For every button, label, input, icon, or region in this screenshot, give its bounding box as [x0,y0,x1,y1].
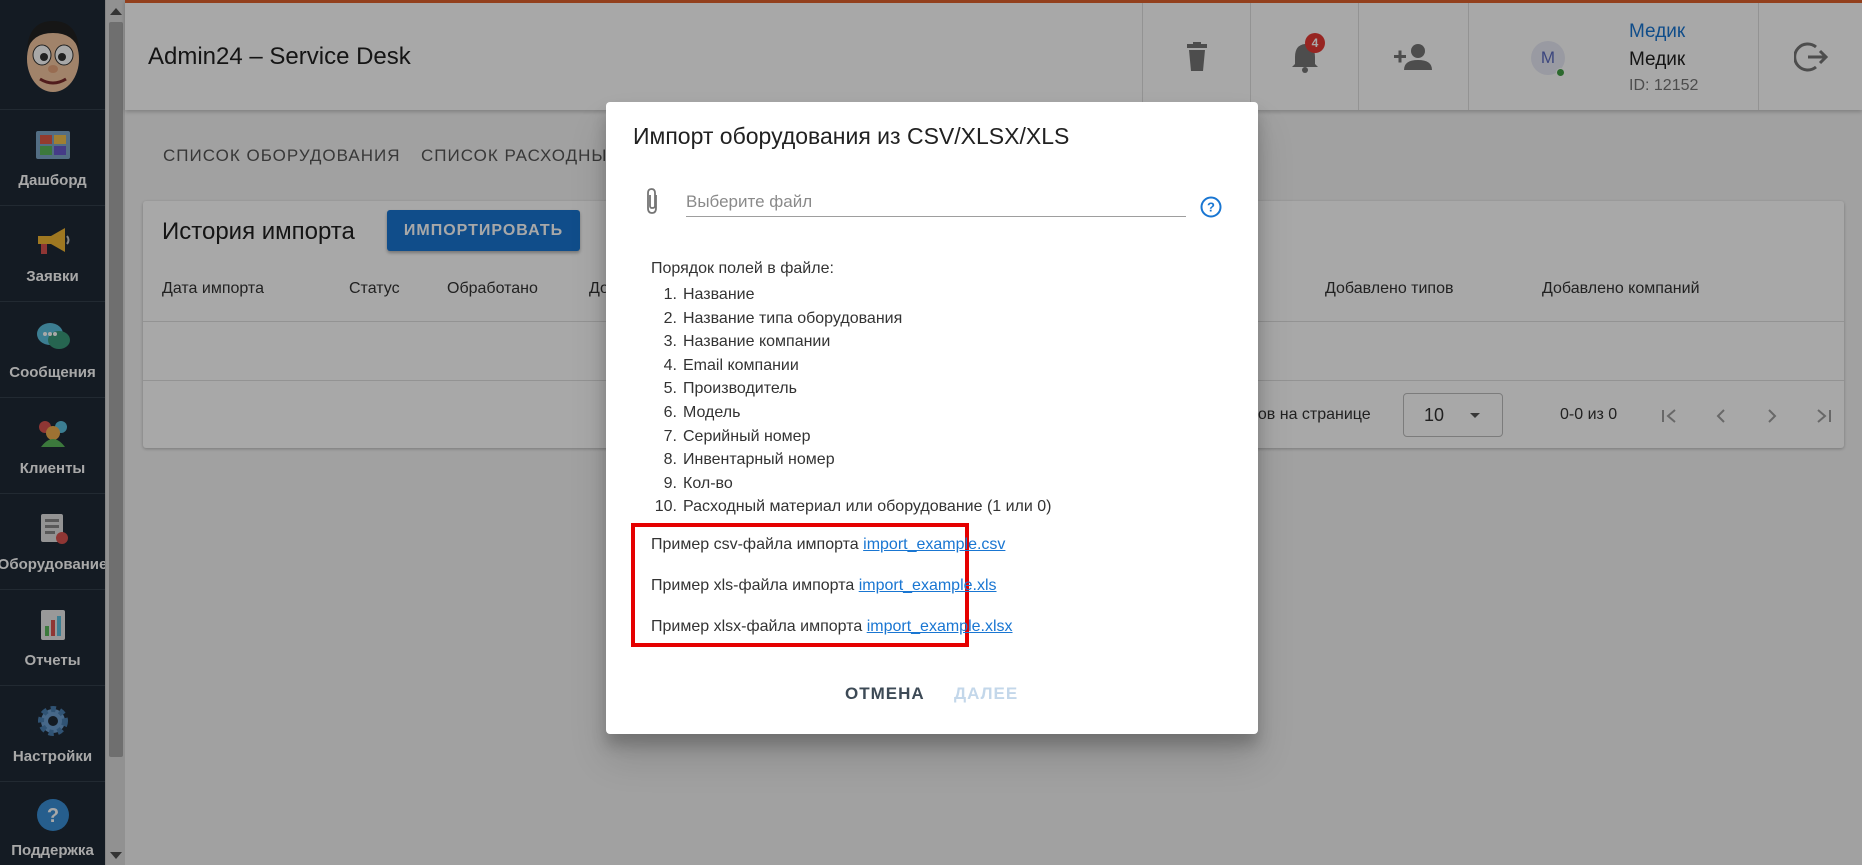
fields-order-title: Порядок полей в файле: [651,260,834,277]
list-item: 5. Производитель [663,380,797,398]
example-xlsx-link[interactable]: import_example.xlsx [867,618,1013,635]
help-circle-icon[interactable]: ? [1200,196,1222,223]
next-button[interactable]: ДАЛЕЕ [954,684,1018,704]
list-item: 2. Название типа оборудования [663,309,903,327]
import-dialog: Импорт оборудования из CSV/XLSX/XLS ? По… [606,102,1258,734]
example-xls: Пример xls-файла импорта import_example.… [651,577,997,594]
list-item: 10. Расходный материал или оборудование (… [654,498,1052,516]
list-item: 1. Название [663,286,755,303]
dialog-title: Импорт оборудования из CSV/XLSX/XLS [633,123,1070,149]
fields-list: 1. Название 2. Название типа оборудования … [651,283,1052,519]
example-xlsx: Пример xlsx-файла импорта import_example… [651,618,1013,635]
cancel-button[interactable]: ОТМЕНА [845,684,925,704]
example-xls-link[interactable]: import_example.xls [859,577,997,594]
list-item: 3. Название компании [663,333,831,351]
example-csv-link[interactable]: import_example.csv [863,536,1005,553]
paperclip-icon[interactable] [644,187,660,220]
example-csv: Пример csv-файла импорта import_example.… [651,536,1006,553]
list-item: 6. Модель [663,403,741,421]
list-item: 7. Серийный номер [663,427,811,445]
svg-text:?: ? [1207,200,1215,215]
file-input[interactable] [686,187,1186,217]
list-item: 4. Email компании [663,356,799,374]
list-item: 8. Инвентарный номер [663,451,835,469]
list-item: 9. Кол-во [663,474,733,492]
